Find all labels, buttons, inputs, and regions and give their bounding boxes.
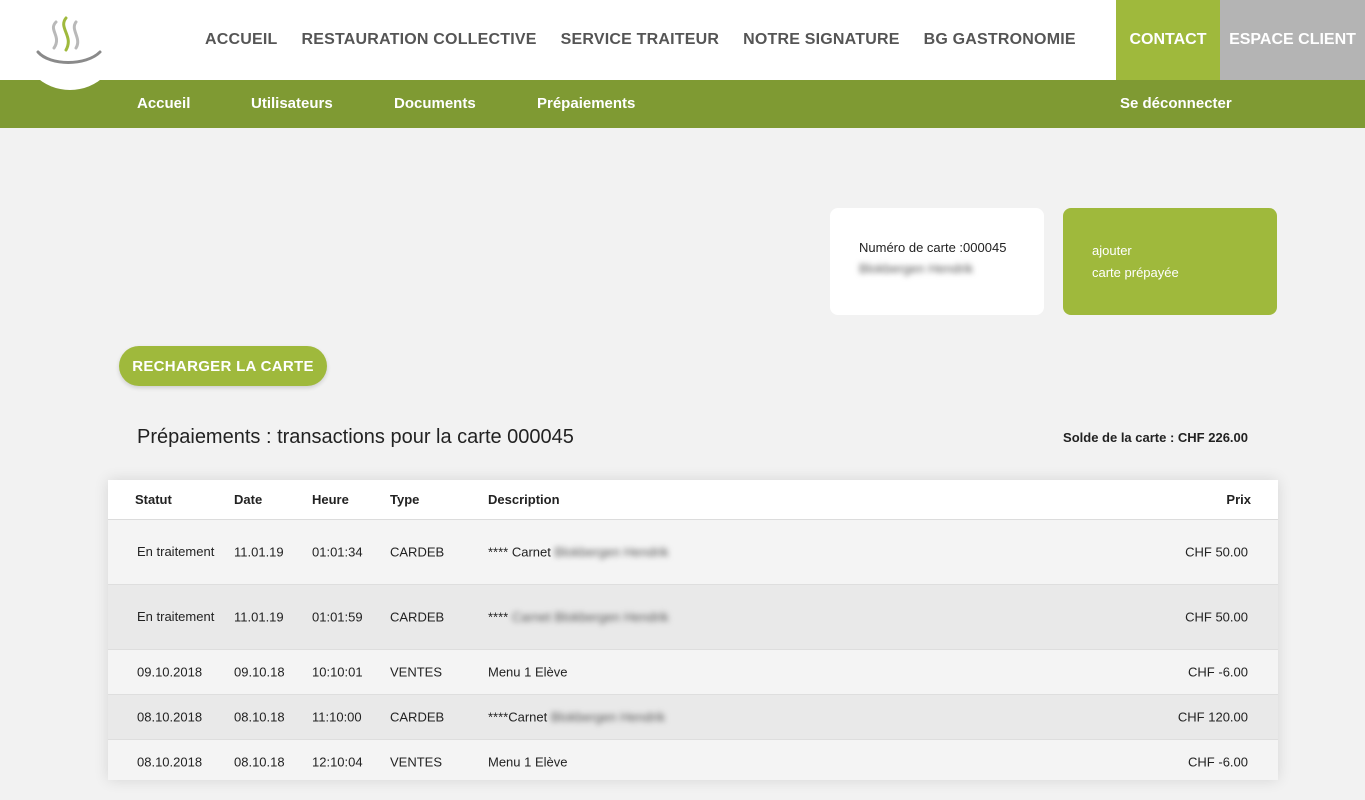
row-type: VENTES <box>390 754 443 770</box>
card-number: Numéro de carte :000045 <box>859 240 1007 255</box>
steam-logo-icon <box>36 16 102 64</box>
row-price: CHF 50.00 <box>1185 544 1248 560</box>
row-description-blurred: Carnet Blokbergen Hendrik <box>511 609 669 625</box>
nav-accueil[interactable]: ACCUEIL <box>205 31 278 49</box>
row-date: 11.01.19 <box>234 609 284 625</box>
header-description: Description <box>488 492 560 507</box>
row-time: 01:01:34 <box>312 544 363 560</box>
page-title: Prépaiements : transactions pour la cart… <box>137 426 574 448</box>
row-type: CARDEB <box>390 544 445 560</box>
row-description: Menu 1 Elève <box>488 665 568 680</box>
row-status: 08.10.2018 <box>137 709 203 725</box>
row-description-text: Menu 1 Elève <box>488 754 568 770</box>
row-description-text: Menu 1 Elève <box>488 664 568 680</box>
contact-button[interactable]: CONTACT <box>1116 0 1220 80</box>
row-time: 12:10:04 <box>312 754 363 770</box>
row-description-text: **** Carnet <box>488 544 551 560</box>
add-card-line2: carte prépayée <box>1092 265 1179 280</box>
header-date: Date <box>234 492 263 507</box>
row-description: **** Carnet Blokbergen Hendrik <box>488 610 669 625</box>
nav-bg-gastronomie[interactable]: BG GASTRONOMIE <box>924 31 1076 49</box>
row-status: 08.10.2018 <box>137 754 203 770</box>
row-time: 10:10:01 <box>312 664 363 680</box>
row-time: 11:10:00 <box>312 709 362 725</box>
row-type: CARDEB <box>390 609 445 625</box>
row-type: VENTES <box>390 664 443 680</box>
card-balance: Solde de la carte : CHF 226.00 <box>1063 430 1248 445</box>
header-statut: Statut <box>135 492 172 507</box>
header-type: Type <box>390 492 420 507</box>
nav-notre-signature[interactable]: NOTRE SIGNATURE <box>743 31 899 49</box>
row-description-text: **** <box>488 609 509 625</box>
nav-service-traiteur[interactable]: SERVICE TRAITEUR <box>561 31 719 49</box>
table-header: Statut Date Heure Type Description Prix <box>108 480 1278 520</box>
row-description: Menu 1 Elève <box>488 755 568 770</box>
row-description-blurred: Blokbergen Hendrik <box>550 709 666 725</box>
nav-restauration-collective[interactable]: RESTAURATION COLLECTIVE <box>302 31 537 49</box>
transactions-table: Statut Date Heure Type Description Prix … <box>108 480 1278 780</box>
table-row: 09.10.2018 09.10.18 10:10:01 VENTES Menu… <box>108 650 1278 695</box>
row-type: CARDEB <box>390 709 445 725</box>
card-holder-name: Blokbergen Hendrik <box>859 261 974 276</box>
row-description-text: ****Carnet <box>488 709 548 725</box>
row-time: 01:01:59 <box>312 609 363 625</box>
table-row: En traitement 11.01.19 01:01:34 CARDEB *… <box>108 520 1278 585</box>
sub-nav: Accueil Utilisateurs Documents Prépaieme… <box>0 80 1365 128</box>
header-heure: Heure <box>312 492 349 507</box>
subnav-utilisateurs[interactable]: Utilisateurs <box>251 80 333 128</box>
row-status: En traitement <box>137 544 215 559</box>
add-card-line1: ajouter <box>1092 243 1132 258</box>
card-info-panel: Numéro de carte :000045 Blokbergen Hendr… <box>830 208 1044 315</box>
row-status: 09.10.2018 <box>137 664 203 680</box>
row-description: **** Carnet Blokbergen Hendrik <box>488 545 669 560</box>
subnav-prepaiements[interactable]: Prépaiements <box>537 80 635 128</box>
recharge-card-button[interactable]: RECHARGER LA CARTE <box>119 346 327 386</box>
subnav-accueil[interactable]: Accueil <box>137 80 190 128</box>
main-nav: ACCUEIL RESTAURATION COLLECTIVE SERVICE … <box>205 0 1100 80</box>
table-row: 08.10.2018 08.10.18 11:10:00 CARDEB ****… <box>108 695 1278 740</box>
row-price: CHF 120.00 <box>1177 709 1248 725</box>
table-row: 08.10.2018 08.10.18 12:10:04 VENTES Menu… <box>108 740 1278 780</box>
row-date: 08.10.18 <box>234 709 285 725</box>
logout-link[interactable]: Se déconnecter <box>1120 80 1232 128</box>
row-date: 09.10.18 <box>234 664 285 680</box>
row-price: CHF 50.00 <box>1185 609 1248 625</box>
espace-client-button[interactable]: ESPACE CLIENT <box>1220 0 1365 80</box>
add-prepaid-card-button[interactable]: ajouter carte prépayée <box>1063 208 1277 315</box>
row-date: 11.01.19 <box>234 544 284 560</box>
row-description: ****Carnet Blokbergen Hendrik <box>488 710 665 725</box>
top-header: ACCUEIL RESTAURATION COLLECTIVE SERVICE … <box>0 0 1365 80</box>
table-row: En traitement 11.01.19 01:01:59 CARDEB *… <box>108 585 1278 650</box>
header-prix: Prix <box>1226 492 1251 507</box>
row-status: En traitement <box>137 609 215 624</box>
row-price: CHF -6.00 <box>1188 754 1248 770</box>
subnav-documents[interactable]: Documents <box>394 80 476 128</box>
row-price: CHF -6.00 <box>1188 664 1248 680</box>
row-description-blurred: Blokbergen Hendrik <box>554 544 669 560</box>
row-date: 08.10.18 <box>234 754 285 770</box>
